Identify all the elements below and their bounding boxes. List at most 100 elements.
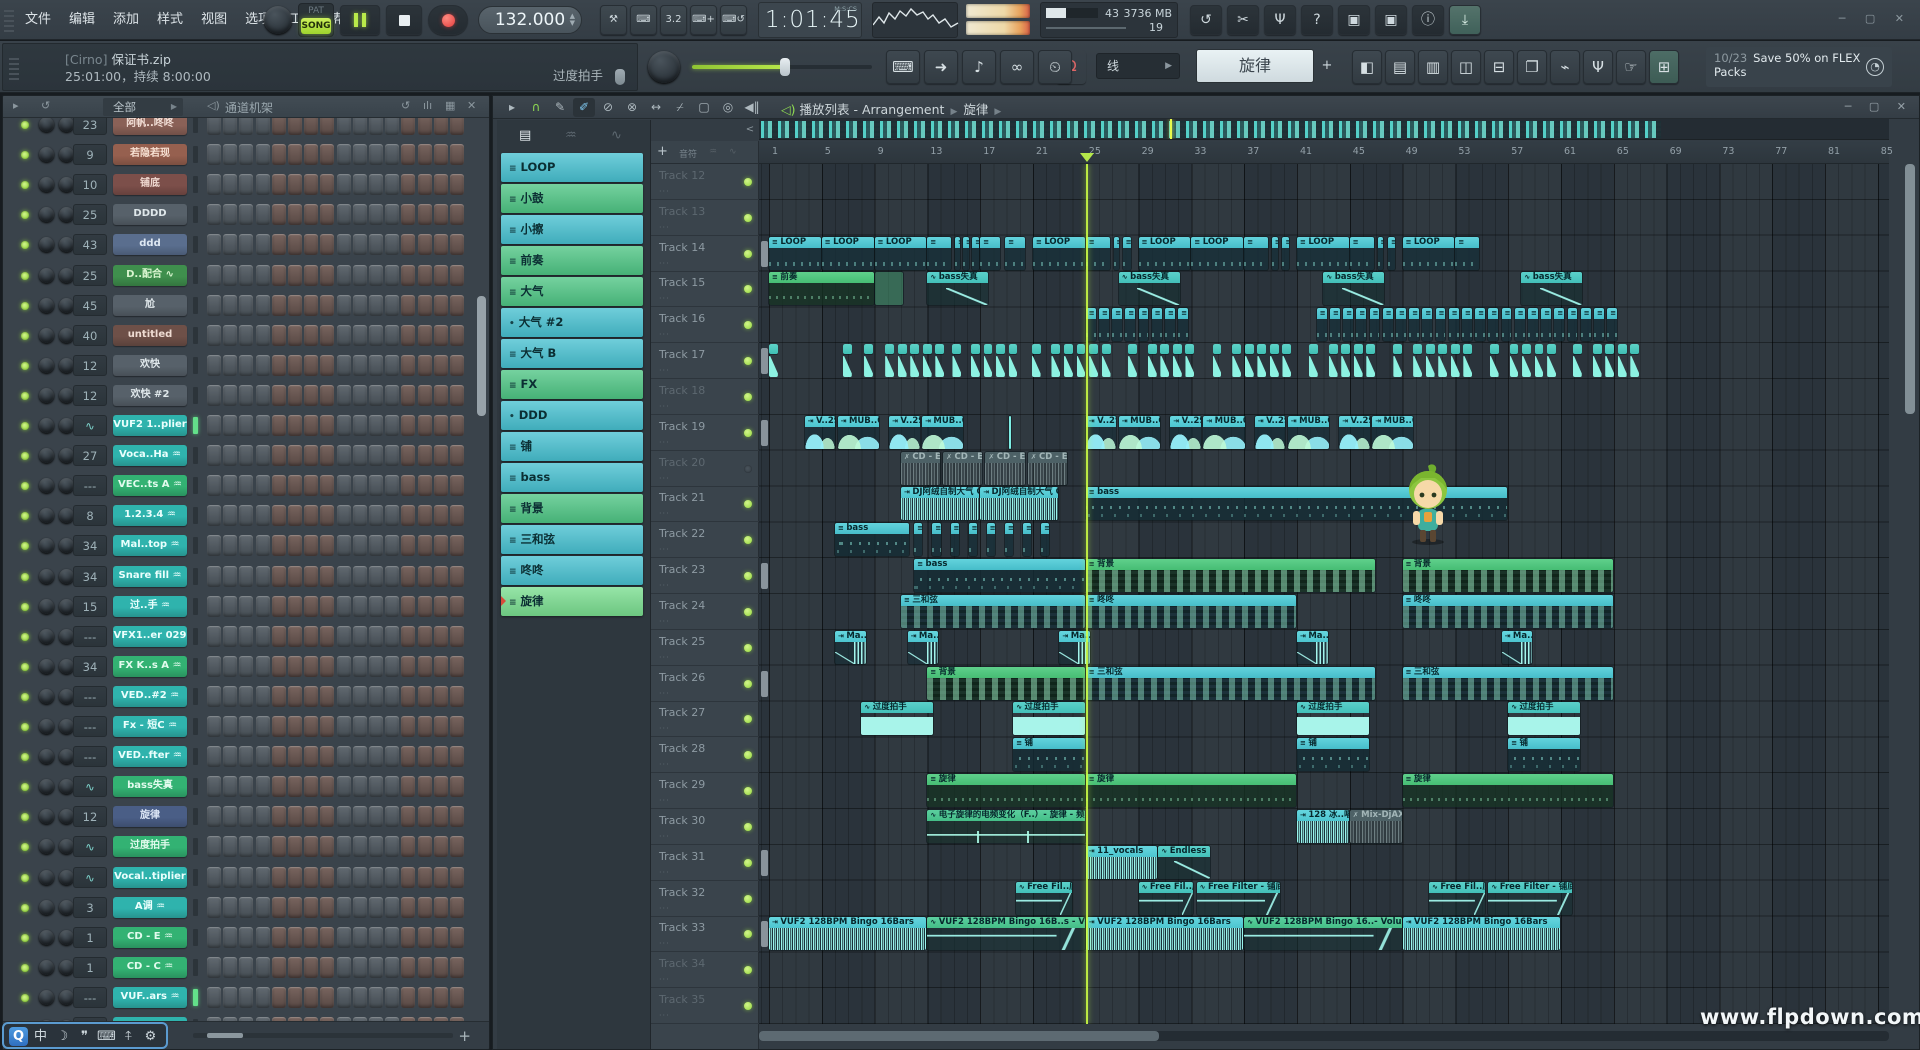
step-cell[interactable] (304, 776, 318, 797)
channel-pan-knob[interactable] (39, 779, 54, 794)
step-cell[interactable] (385, 927, 399, 948)
metronome-icon[interactable]: ⚒ (600, 5, 627, 35)
playlist-clip[interactable]: ≡ 旋律 (1086, 774, 1296, 807)
channel-pan-knob[interactable] (39, 990, 54, 1005)
playlist-clip[interactable]: ≡ (1581, 308, 1591, 341)
audio-clip-small[interactable] (1341, 344, 1350, 377)
playlist-horizontal-scrollbar[interactable] (759, 1031, 1889, 1041)
playlist-clip[interactable]: ⇥ V..29 (1086, 416, 1117, 449)
track-led[interactable] (744, 500, 752, 508)
minimap-back-button[interactable]: < (743, 121, 757, 139)
channel-mute-led[interactable] (21, 633, 29, 641)
step-cell[interactable] (450, 415, 464, 436)
channel-button[interactable]: VUF..ars ♒ (113, 987, 187, 1008)
step-cell[interactable] (401, 686, 415, 707)
picker-pattern-3[interactable]: ≡小擦 (501, 215, 643, 244)
step-cell[interactable] (337, 174, 351, 195)
channel-position-box[interactable]: 15 (73, 596, 107, 617)
audio-clip-small[interactable] (1451, 344, 1460, 377)
channel-position-box[interactable]: 34 (73, 656, 107, 677)
playlist-clip[interactable]: ✗ CD - E (901, 452, 940, 485)
step-cell[interactable] (256, 385, 270, 406)
channel-position-box[interactable]: 25 (73, 265, 107, 286)
step-cell[interactable] (418, 806, 432, 827)
step-cell[interactable] (418, 867, 432, 888)
step-cell[interactable] (450, 746, 464, 767)
step-cell[interactable] (418, 385, 432, 406)
step-cell[interactable] (272, 118, 286, 135)
step-cell[interactable] (434, 505, 448, 526)
step-cell[interactable] (304, 385, 318, 406)
main-pitch-thumb[interactable] (780, 58, 790, 76)
playlist-clip[interactable]: ⇥ V..29 (889, 416, 920, 449)
step-cell[interactable] (434, 475, 448, 496)
step-cell[interactable] (288, 144, 302, 165)
record-button[interactable] (428, 5, 468, 35)
track-start-handle[interactable] (761, 420, 768, 446)
step-cell[interactable] (288, 475, 302, 496)
track-led[interactable] (744, 1002, 752, 1010)
step-cell[interactable] (434, 174, 448, 195)
channel-position-box[interactable]: --- (73, 626, 107, 647)
playlist-clip[interactable]: ≡ (1272, 237, 1278, 270)
step-cell[interactable] (320, 174, 334, 195)
step-cell[interactable] (223, 897, 237, 918)
track-led[interactable] (744, 429, 752, 437)
step-cell[interactable] (272, 716, 286, 737)
playlist-clip[interactable]: ≡ (951, 523, 959, 556)
master-volume-knob[interactable] (264, 6, 292, 34)
channel-volume-knob[interactable] (59, 177, 74, 192)
step-cell[interactable] (353, 234, 367, 255)
step-cell[interactable] (288, 295, 302, 316)
step-cell[interactable] (239, 234, 253, 255)
snap-selector[interactable]: 线▶ (1096, 53, 1180, 79)
playlist-clip[interactable]: ≡ (1005, 523, 1013, 556)
channel-button[interactable]: 欢快 #2 (113, 385, 187, 406)
channel-pan-knob[interactable] (39, 298, 54, 313)
step-cell[interactable] (385, 204, 399, 225)
channel-mute-led[interactable] (21, 181, 29, 189)
channel-position-box[interactable]: 45 (73, 295, 107, 316)
step-cell[interactable] (369, 686, 383, 707)
step-cell[interactable] (401, 716, 415, 737)
step-cell[interactable] (288, 987, 302, 1008)
step-cell[interactable] (272, 325, 286, 346)
step-cell[interactable] (320, 867, 334, 888)
channel-button[interactable]: DDDD (113, 204, 187, 225)
playlist-clip[interactable]: ≡ LOOP (822, 237, 874, 270)
channel-position-box[interactable]: --- (73, 686, 107, 707)
step-cell[interactable] (385, 897, 399, 918)
step-cell[interactable] (207, 265, 221, 286)
step-cell[interactable] (272, 686, 286, 707)
step-cell[interactable] (434, 776, 448, 797)
rack-vertical-scrollbar[interactable] (477, 296, 486, 416)
audio-clip-small[interactable] (996, 344, 1005, 377)
playlist-clip[interactable]: ⇥ Ma..top (835, 631, 866, 664)
step-cell[interactable] (369, 836, 383, 857)
step-cell[interactable] (434, 867, 448, 888)
step-cell[interactable] (450, 385, 464, 406)
playlist-clip[interactable]: ≡ (1475, 308, 1485, 341)
step-cell[interactable] (434, 836, 448, 857)
step-cell[interactable] (320, 385, 334, 406)
step-cell[interactable] (353, 957, 367, 978)
channel-mute-led[interactable] (21, 874, 29, 882)
step-cell[interactable] (320, 118, 334, 135)
shop-cart-icon[interactable]: ⊞ (1649, 50, 1679, 84)
audio-clip-small[interactable] (923, 344, 932, 377)
channel-position-box[interactable]: 40 (73, 325, 107, 346)
step-cell[interactable] (401, 566, 415, 587)
channel-button[interactable]: VED..#2 ♒ (113, 686, 187, 707)
rack-speaker-icon[interactable]: ◁) (207, 99, 220, 112)
step-cell[interactable] (401, 806, 415, 827)
playlist-clip[interactable]: ≡ LOOP (1403, 237, 1455, 270)
playlist-clip[interactable]: ≡ 三和弦 (901, 595, 1085, 628)
track-led[interactable] (744, 357, 752, 365)
step-cell[interactable] (385, 867, 399, 888)
step-cell[interactable] (337, 505, 351, 526)
step-cell[interactable] (207, 897, 221, 918)
channel-volume-knob[interactable] (59, 629, 74, 644)
step-cell[interactable] (239, 987, 253, 1008)
playlist-clip[interactable]: ≡ bass (914, 559, 1085, 592)
step-cell[interactable] (256, 776, 270, 797)
